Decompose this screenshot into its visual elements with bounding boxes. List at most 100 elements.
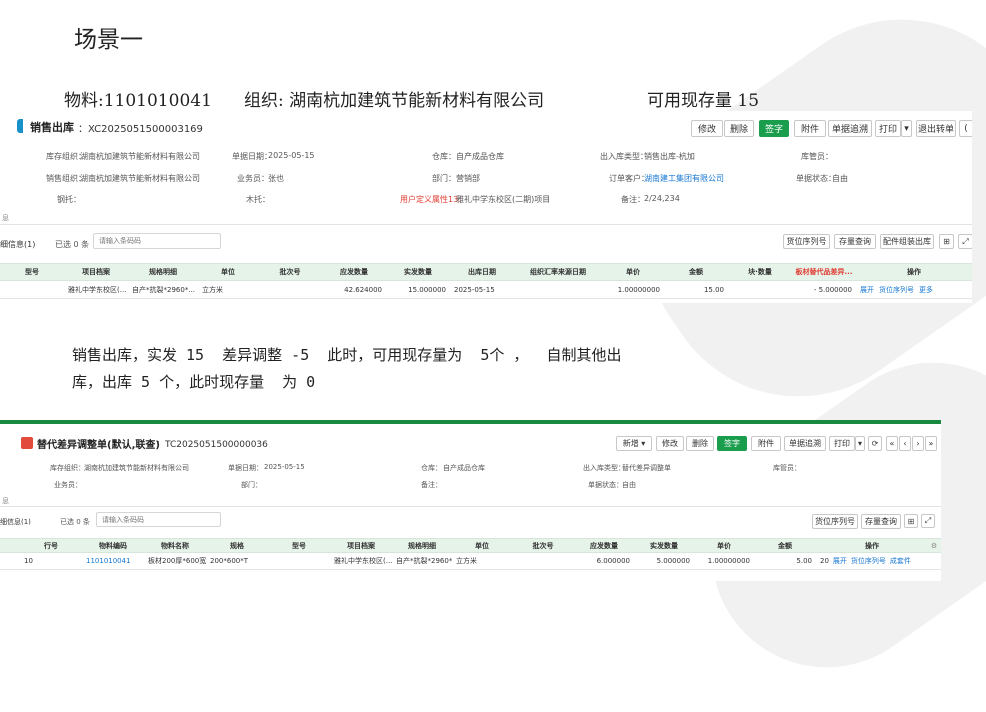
ops-cell: 20 展开 货位序列号 成套件	[816, 553, 941, 569]
detail-tab[interactable]: 细信息(1)	[0, 517, 31, 527]
edit-button[interactable]: 修改	[691, 120, 723, 137]
field-value: 自由	[622, 481, 636, 489]
kit-link[interactable]: 成套件	[890, 556, 911, 566]
cell-extra: 20	[820, 557, 829, 565]
field-label: 单据状态：	[588, 481, 623, 489]
field-label: 库存组织：	[50, 464, 85, 472]
attachment-button[interactable]: 附件	[794, 120, 826, 137]
assembly-out-button[interactable]: 配件组装出库	[880, 234, 934, 249]
more-link[interactable]: 更多	[919, 285, 933, 295]
location-serial-button[interactable]: 货位序列号	[812, 514, 858, 529]
cell-amount: 5.00	[796, 557, 812, 565]
cell-should-qty: 42.624000	[344, 285, 382, 294]
print-dropdown-icon[interactable]: ▾	[855, 436, 865, 451]
field-value: 张也	[268, 174, 284, 183]
print-button[interactable]: 打印	[875, 120, 901, 137]
field-value: 销售出库-杭加	[644, 152, 695, 161]
field-label: 钢托：	[57, 195, 81, 204]
cell-amount: 15.00	[703, 285, 724, 294]
field-label: 出入库类型：	[583, 464, 625, 472]
delete-button[interactable]: 删除	[724, 120, 754, 137]
print-dropdown-icon[interactable]: ▾	[901, 120, 912, 137]
table-row[interactable]: 10 1101010041 板材200厚*600宽... 200*600*T 雅…	[0, 553, 941, 570]
expand-link[interactable]: 展开	[833, 556, 847, 566]
col-header: 应发数量	[340, 268, 368, 276]
sign-button[interactable]: 签字	[759, 120, 789, 137]
stock-query-button[interactable]: 存量查询	[834, 234, 876, 249]
delete-button[interactable]: 删除	[686, 436, 714, 451]
field-label: 仓库：	[421, 464, 442, 472]
column-settings-icon[interactable]: ⚙	[928, 539, 940, 552]
cell-project: 雅礼中学东校区(...	[68, 285, 127, 294]
field-label: 单据日期：	[228, 464, 263, 472]
substitute-diff-screenshot: 替代差异调整单(默认,联查) ：TC2025051500000036 新增 ▾ …	[0, 420, 941, 581]
col-header: 项目档案	[347, 541, 375, 550]
col-header: 单位	[221, 268, 235, 276]
col-header: 规格明细	[408, 541, 436, 550]
next-page-icon[interactable]: ›	[912, 436, 924, 451]
cell-diff: - 5.000000	[813, 285, 852, 294]
col-header: 项目档案	[82, 268, 110, 276]
field-value: 湖南杭加建筑节能新材料有限公司	[84, 464, 189, 472]
field-label: 仓库：	[432, 152, 456, 161]
col-header: 型号	[25, 268, 39, 276]
scene-title: 场景一	[74, 27, 143, 53]
attachment-button[interactable]: 附件	[751, 436, 781, 451]
add-label: 新增	[622, 439, 639, 448]
col-header: 金额	[778, 541, 792, 550]
col-header: 单位	[475, 541, 489, 550]
last-page-icon[interactable]: »	[925, 436, 937, 451]
col-header: 实发数量	[404, 268, 432, 276]
field-value: 2025-05-15	[268, 151, 315, 160]
prev-page-icon[interactable]: ‹	[899, 436, 911, 451]
col-header: 操作	[865, 541, 879, 550]
col-header: 块·数量	[748, 268, 772, 276]
barcode-search-input[interactable]	[93, 233, 221, 249]
field-value: 自由	[832, 174, 848, 183]
fullscreen-icon[interactable]: ⤢	[921, 514, 935, 528]
add-button[interactable]: 新增 ▾	[616, 436, 652, 451]
first-page-icon[interactable]: «	[886, 436, 898, 451]
barcode-search-input[interactable]	[96, 512, 221, 527]
cell-spec: 自产*抗裂*2960*...	[132, 285, 195, 294]
col-header: 物料编码	[99, 541, 127, 550]
detail-tab[interactable]: 细信息(1)	[0, 239, 35, 250]
location-serial-button[interactable]: 货位序列号	[783, 234, 830, 249]
field-value: 营销部	[456, 174, 480, 183]
location-serial-link[interactable]: 货位序列号	[851, 556, 886, 566]
more-icon[interactable]: (	[959, 120, 972, 137]
col-header: 规格明细	[149, 268, 177, 276]
field-label: 部门：	[241, 481, 262, 489]
col-header: 物料名称	[161, 541, 189, 550]
sign-button[interactable]: 签字	[717, 436, 747, 451]
stock-query-button[interactable]: 存量查询	[861, 514, 901, 529]
cell-material-code[interactable]: 1101010041	[82, 553, 144, 569]
bill-title-icon	[21, 437, 33, 449]
col-header: 应发数量	[590, 541, 618, 550]
exit-transfer-button[interactable]: 退出转单	[916, 120, 956, 137]
detail-grid-header: 型号 项目档案 规格明细 单位 批次号 应发数量 实发数量 出库日期 组织汇率来…	[0, 263, 972, 281]
expand-link[interactable]: 展开	[860, 285, 874, 295]
selected-count: 已选 0 条	[60, 518, 90, 526]
trace-button[interactable]: 单据追溯	[828, 120, 872, 137]
col-header: 行号	[44, 541, 58, 550]
trace-button[interactable]: 单据追溯	[784, 436, 826, 451]
sales-out-screenshot: 销售出库 ：XC2025051500003169 修改 删除 签字 附件 单据追…	[0, 111, 972, 303]
grid-settings-icon[interactable]: ⊞	[904, 514, 918, 528]
fullscreen-icon[interactable]: ⤢	[958, 234, 972, 249]
cell-spec: 200*600*T	[210, 557, 248, 565]
cell-out-date: 2025-05-15	[454, 285, 495, 294]
customer-link[interactable]: 湖南建工集团有限公司	[644, 173, 724, 184]
table-row[interactable]: 雅礼中学东校区(... 自产*抗裂*2960*... 立方米 42.624000…	[0, 281, 972, 299]
location-serial-link[interactable]: 货位序列号	[879, 285, 914, 295]
print-button[interactable]: 打印	[829, 436, 855, 451]
field-label: 库管员：	[801, 152, 833, 161]
grid-settings-icon[interactable]: ⊞	[939, 234, 954, 249]
cell-project: 雅礼中学东校区(...	[334, 557, 392, 565]
refresh-icon[interactable]: ⟳	[868, 436, 882, 451]
col-header: 规格	[230, 541, 244, 550]
edit-button[interactable]: 修改	[656, 436, 684, 451]
divider	[0, 506, 941, 507]
field-label: 部门：	[432, 174, 456, 183]
bill-title: 销售出库	[30, 121, 74, 134]
